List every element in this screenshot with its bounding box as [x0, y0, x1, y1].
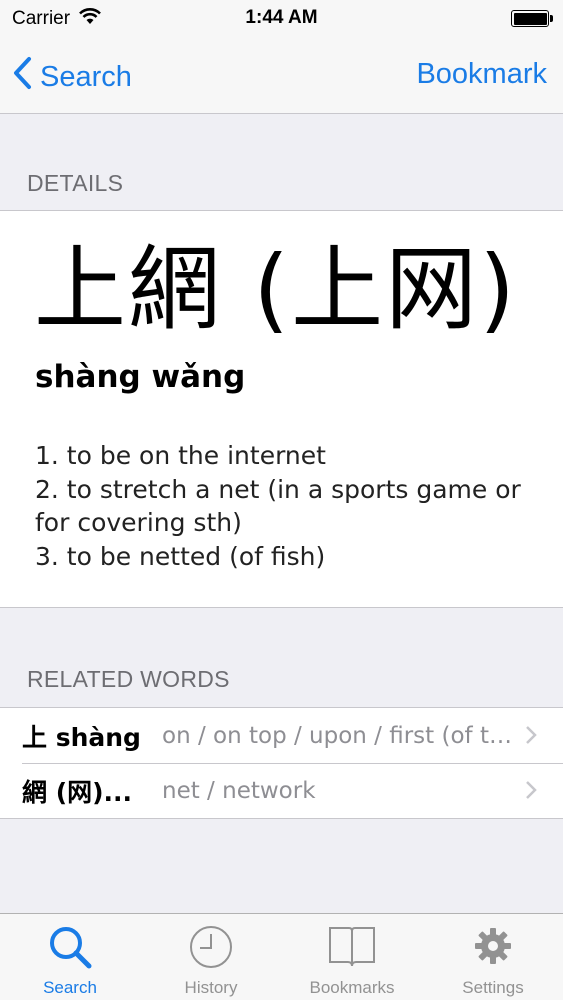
back-button-label: Search [40, 60, 132, 93]
bookmark-button[interactable]: Bookmark [416, 58, 547, 91]
tab-label: Settings [462, 978, 524, 997]
tab-label: Bookmarks [309, 978, 395, 997]
details-section-header: DETAILS [27, 170, 124, 196]
navigation-bar: Search Bookmark [0, 38, 563, 114]
tab-label: Search [43, 978, 97, 997]
related-words-list: 上 shàng on / on top / upon / first (of t… [0, 707, 563, 819]
definitions-list: 1. to be on the internet 2. to stretch a… [35, 439, 535, 573]
chevron-right-icon [525, 780, 537, 805]
headword: 上網 (上网) [34, 236, 518, 343]
related-meaning: on / on top / upon / first (of two parts… [162, 722, 512, 749]
gear-icon [471, 924, 515, 973]
details-card: 上網 (上网) shàng wǎng 1. to be on the inter… [0, 210, 563, 608]
tab-label: History [184, 978, 238, 997]
book-icon [327, 924, 377, 973]
tab-history[interactable]: History [141, 914, 281, 1000]
tab-settings[interactable]: Settings [423, 914, 563, 1000]
related-word-row[interactable]: 網 (网)... net / network [0, 763, 563, 818]
back-button[interactable]: Search [12, 56, 132, 98]
pinyin: shàng wǎng [35, 359, 246, 395]
definition-item: 1. to be on the internet [35, 441, 326, 470]
status-bar: Carrier 1:44 AM [0, 0, 563, 38]
clock-icon [188, 924, 234, 975]
tab-bookmarks[interactable]: Bookmarks [282, 914, 422, 1000]
related-section-header: RELATED WORDS [27, 666, 230, 692]
chevron-right-icon [525, 725, 537, 750]
related-word: 網 (网)... [22, 777, 133, 807]
related-word: 上 shàng [22, 722, 141, 752]
search-icon [47, 924, 93, 975]
battery-icon [511, 10, 553, 27]
definition-item: 3. to be netted (of fish) [35, 541, 326, 571]
tab-bar: Search History Bookmarks Settings [0, 913, 563, 1000]
related-word-row[interactable]: 上 shàng on / on top / upon / first (of t… [0, 708, 563, 763]
chevron-left-icon [12, 56, 40, 98]
tab-search[interactable]: Search [0, 914, 140, 1000]
related-meaning: net / network [162, 777, 316, 804]
status-time: 1:44 AM [245, 7, 318, 28]
definition-item: 2. to stretch a net (in a sports game or… [35, 474, 521, 538]
content-area: DETAILS 上網 (上网) shàng wǎng 1. to be on t… [0, 114, 563, 913]
